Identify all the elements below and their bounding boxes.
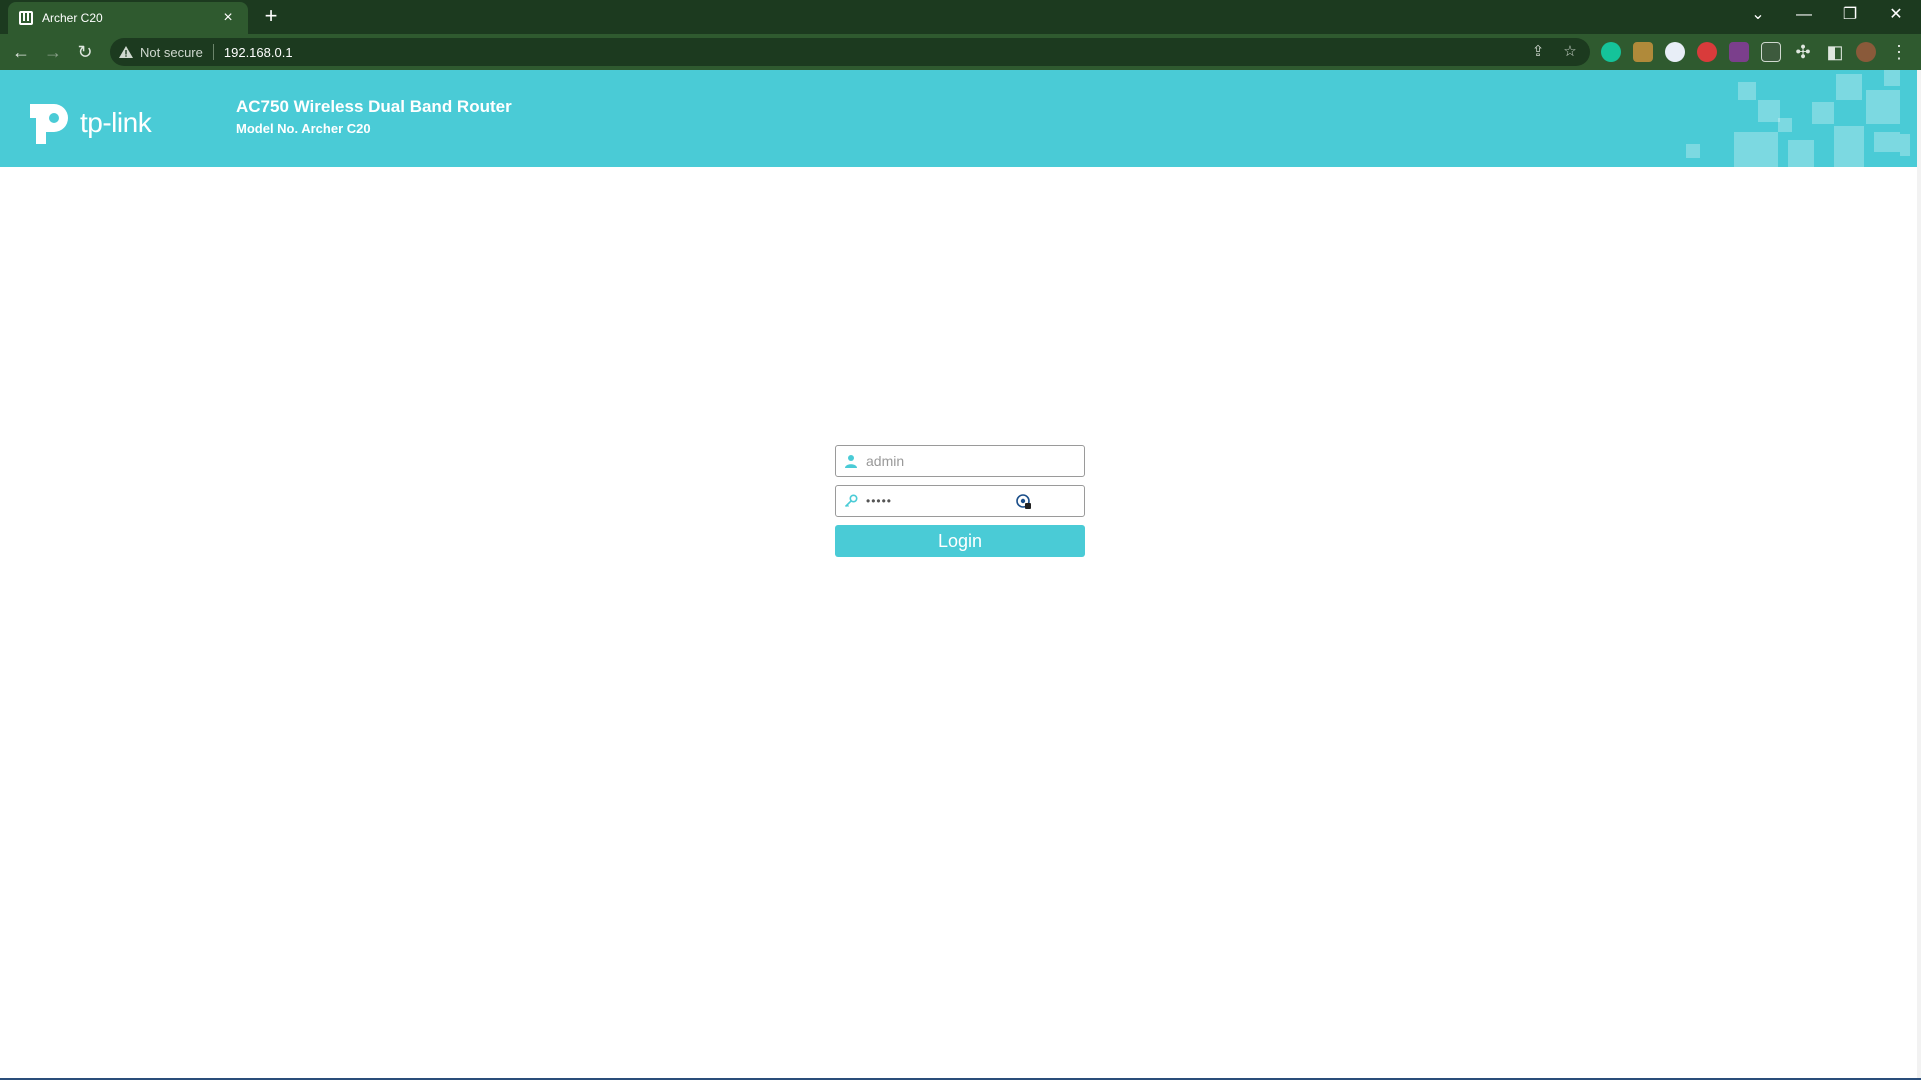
side-panel-icon[interactable]: ◧ bbox=[1822, 39, 1848, 65]
new-tab-button[interactable]: + bbox=[258, 4, 284, 30]
logo-text: tp-link bbox=[80, 107, 152, 138]
address-bar[interactable]: Not secure 192.168.0.1 ⇪ ☆ bbox=[110, 38, 1590, 66]
grammarly-extension-icon[interactable] bbox=[1601, 42, 1621, 62]
share-icon[interactable]: ⇪ bbox=[1528, 42, 1548, 62]
password-field[interactable]: ••••• bbox=[835, 485, 1085, 517]
router-header: tp-link AC750 Wireless Dual Band Router … bbox=[0, 70, 1921, 167]
warning-icon bbox=[119, 46, 133, 58]
password-manager-icon[interactable] bbox=[1016, 494, 1032, 510]
header-decoration bbox=[1874, 132, 1900, 152]
minimize-button[interactable]: — bbox=[1781, 0, 1827, 30]
header-decoration bbox=[1884, 70, 1900, 86]
address-separator bbox=[212, 44, 214, 60]
page-scrollbar[interactable] bbox=[1917, 70, 1921, 1080]
more-menu-icon[interactable]: ⋮ bbox=[1886, 39, 1912, 65]
model-number: Model No. Archer C20 bbox=[236, 121, 371, 136]
url-text[interactable]: 192.168.0.1 bbox=[224, 45, 293, 60]
tab-close-icon[interactable]: × bbox=[218, 9, 238, 27]
extension-icon-2[interactable] bbox=[1633, 42, 1653, 62]
header-decoration bbox=[1900, 134, 1910, 156]
user-icon bbox=[845, 455, 857, 468]
extension-icon-5[interactable] bbox=[1729, 42, 1749, 62]
close-window-button[interactable]: ✕ bbox=[1873, 0, 1919, 30]
extension-icon-3[interactable] bbox=[1665, 42, 1685, 62]
header-decoration bbox=[1834, 126, 1864, 167]
browser-titlebar: Archer C20 × + ⌄ — ❐ ✕ bbox=[0, 0, 1921, 34]
restore-button[interactable]: ❐ bbox=[1827, 0, 1873, 30]
header-decoration bbox=[1758, 100, 1780, 122]
puzzle-extensions-icon[interactable]: ✣ bbox=[1790, 39, 1816, 65]
login-button[interactable]: Login bbox=[835, 525, 1085, 557]
header-decoration bbox=[1866, 90, 1900, 124]
header-decoration bbox=[1812, 102, 1834, 124]
tplink-logo: tp-link bbox=[24, 98, 152, 148]
image-extension-icon[interactable] bbox=[1761, 42, 1781, 62]
key-icon bbox=[844, 494, 858, 508]
header-decoration bbox=[1788, 140, 1814, 167]
password-value: ••••• bbox=[866, 494, 893, 508]
extension-icon-4[interactable] bbox=[1697, 42, 1717, 62]
back-arrow-icon[interactable]: ← bbox=[8, 39, 34, 65]
header-decoration bbox=[1836, 74, 1862, 100]
browser-tab[interactable]: Archer C20 × bbox=[8, 2, 248, 34]
forward-arrow-icon[interactable]: → bbox=[40, 39, 66, 65]
reload-icon[interactable]: ↻ bbox=[72, 39, 98, 65]
profile-avatar[interactable] bbox=[1856, 42, 1876, 62]
username-field[interactable]: admin bbox=[835, 445, 1085, 477]
tab-search-icon[interactable]: ⌄ bbox=[1735, 0, 1781, 30]
username-value: admin bbox=[866, 453, 905, 469]
header-decoration bbox=[1738, 82, 1756, 100]
header-decoration bbox=[1734, 132, 1778, 167]
router-favicon-icon bbox=[19, 11, 33, 25]
header-decoration bbox=[1778, 118, 1792, 132]
not-secure-label[interactable]: Not secure bbox=[140, 45, 203, 60]
bookmark-star-icon[interactable]: ☆ bbox=[1560, 42, 1580, 62]
address-bar-actions: ⇪ ☆ bbox=[1528, 42, 1580, 62]
header-decoration bbox=[1686, 144, 1700, 158]
browser-toolbar: ← → ↻ Not secure 192.168.0.1 ⇪ ☆ ✣ ◧ ⋮ bbox=[0, 34, 1921, 70]
tab-title: Archer C20 bbox=[42, 11, 103, 25]
product-name: AC750 Wireless Dual Band Router bbox=[236, 97, 512, 116]
tplink-logo-icon bbox=[30, 104, 68, 144]
